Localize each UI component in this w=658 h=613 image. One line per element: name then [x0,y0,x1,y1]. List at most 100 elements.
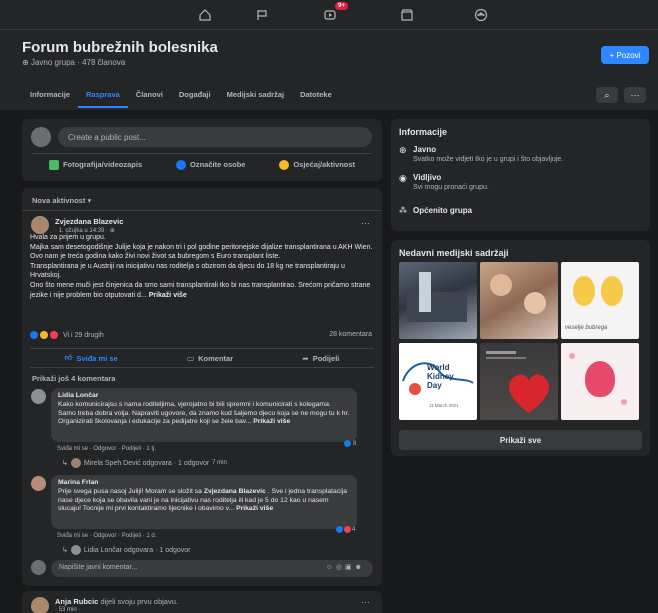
photo-icon [48,159,59,170]
feed-post-card: Nova aktivnost ▾ Zvjezdana Blazevic · 1.… [22,188,382,586]
commenter-avatar[interactable] [31,476,46,491]
comment-bubble-icon: ▭ [187,353,195,363]
watch-video-icon[interactable]: 9+ [320,2,348,24]
post-author[interactable]: Anja Rubcic [55,597,98,606]
share-button[interactable]: ➦ Podijeli [302,354,339,363]
author-avatar[interactable] [31,216,49,234]
write-comment-input[interactable]: Napišite javni komentar... ☺◎▣☻ [51,560,373,577]
visibility-title: Vidljivo [413,173,442,182]
sort-selector[interactable]: Nova aktivnost ▾ [32,196,91,205]
like-reaction-icon [30,331,38,339]
share-arrow-icon: ➦ [302,353,309,363]
media-thumbnail-cartoon[interactable]: veselje bubrega [561,262,639,339]
haha-reaction-icon [40,331,48,339]
top-navigation: 9+ [0,0,658,30]
commenter-avatar[interactable] [31,389,46,404]
eye-icon: ◉ [399,173,407,183]
comment-bubble: Marina Frlan Prije svega pusa nasoj Juli… [51,475,357,529]
like-button[interactable]: 👍︎ Sviđa mi se [65,353,118,363]
about-title: Informacije [399,127,448,137]
see-more-link[interactable]: Prikaži više [149,292,187,299]
tab-clanovi[interactable]: Članovi [128,82,171,108]
reply-avatar [70,458,81,468]
reaction-summary[interactable]: Vi i 29 drugih [30,331,104,339]
reply-thread[interactable]: ↳ Lidia Lončar odgovara · 1 odgovor [62,545,191,555]
search-button[interactable]: ⌕ [596,87,618,103]
invite-button[interactable]: + Pozovi [601,46,649,64]
post-author[interactable]: Zvjezdana Blazevic [55,217,123,226]
privacy-title: Javno [413,145,437,154]
media-thumbnail-hospital[interactable] [399,262,477,339]
feeling-icon [279,159,290,170]
globe-icon: ⊕ [399,145,407,155]
visibility-desc: Svi mogu pronaći grupu. [413,184,489,191]
reply-avatar [70,545,81,555]
tab-datoteke[interactable]: Datoteke [292,82,340,108]
comment-author[interactable]: Lidia Lončar [58,392,350,401]
group-title: Forum bubrežnih bolesnika [22,39,218,56]
globe-icon: ⊕ [22,58,29,67]
user-avatar [31,127,51,147]
about-card: Informacije ⊕ Javno Svatko može vidjeti … [391,119,650,231]
composer-actions: Fotografija/videozapis Označite osobe Os… [32,153,372,175]
photo-video-button[interactable]: Fotografija/videozapis [48,159,142,170]
notification-badge: 9+ [335,2,348,10]
tab-dogadaji[interactable]: Događaji [171,82,219,108]
media-thumbnail-kidney-characters[interactable] [561,343,639,420]
reply-arrow-icon: ↳ [62,460,68,467]
privacy-desc: Svatko može vidjeti tko je u grupi i što… [413,156,564,163]
see-more-link[interactable]: Prikaži više [253,418,290,425]
reply-arrow-icon: ↳ [62,547,68,554]
comment-text: Kako komunicirajsu s nama roditeljima, v… [58,400,350,426]
comment-reactions[interactable]: 4 [336,526,355,533]
media-thumbnail-children[interactable] [480,262,558,339]
create-post-input[interactable]: Create a public post... [58,127,372,147]
marketplace-icon[interactable] [397,6,417,24]
tab-rasprava[interactable]: Rasprava [78,82,128,108]
more-comments-link[interactable]: Prikaži još 4 komentara [32,374,115,383]
see-more-link[interactable]: Prikaži više [236,505,273,512]
post-more-icon[interactable]: ··· [361,218,370,228]
groups-icon[interactable] [471,6,491,24]
comment-meta[interactable]: Sviđa mi se · Odgovor · Podijeli · 1 tj. [57,446,156,452]
comment-reactions[interactable]: 8 [344,440,356,447]
comment-button[interactable]: ▭ Komentar [187,354,233,363]
show-all-button[interactable]: Prikaži sve [399,430,642,450]
home-icon[interactable] [195,6,215,24]
love-reaction-icon [344,526,351,533]
user-avatar [31,560,46,575]
more-options-button[interactable]: ··· [624,87,646,103]
tag-people-button[interactable]: Označite osobe [176,159,245,170]
comment-author[interactable]: Marina Frlan [58,479,350,488]
media-thumbnail-heart[interactable] [480,343,558,420]
post-more-icon[interactable]: ··· [361,597,370,607]
recent-media-card: Nedavni medijski sadržaji veselje bubreg… [391,240,650,456]
comment-tools-icons[interactable]: ☺◎▣☻ [326,563,365,571]
reply-thread[interactable]: ↳ Mirela Speh Dević odgovara · 1 odgovor… [62,458,227,468]
post-time[interactable]: · 53 min · [55,607,80,613]
divider [22,210,382,211]
like-reaction-icon [336,526,343,533]
media-thumbnail-world-kidney-day[interactable]: World Kidney Day 11 March 2021 [399,343,477,420]
mention-link[interactable]: Zvjezdana Blazevic [204,488,266,495]
tag-people-icon [176,159,187,170]
comment-meta[interactable]: Sviđa mi se · Odgovor · Podijeli · 1 d. [57,533,156,539]
tab-medijski-sadrzaj[interactable]: Medijski sadržaj [219,82,293,108]
like-reaction-icon [344,440,351,447]
feeling-activity-button[interactable]: Osjećaj/aktivnost [279,159,355,170]
pages-flag-icon[interactable] [252,6,272,24]
author-avatar[interactable] [31,597,49,613]
group-subtitle: ⊕ Javno grupa · 478 članova [22,58,126,67]
thumbs-up-icon: 👍︎ [64,353,73,362]
post-body: Hvala za prijem u grupu. Majka sam deset… [30,234,373,299]
love-reaction-icon [50,331,58,339]
group-tabs: Informacije Rasprava Članovi Događaji Me… [22,82,340,108]
comments-count[interactable]: 28 komentara [329,331,372,338]
comment-bubble: Lidia Lončar Kako komunicirajsu s nama r… [51,388,357,442]
group-type-icon: ⁂ [399,206,407,215]
next-post-card: Anja Rubcic dijeli svoju prvu objavu. · … [22,591,382,613]
group-header: Forum bubrežnih bolesnika ⊕ Javno grupa … [0,30,658,110]
tab-informacije[interactable]: Informacije [22,82,78,108]
search-icon: ⌕ [604,89,610,100]
post-actions: 👍︎ Sviđa mi se ▭ Komentar ➦ Podijeli [30,348,374,368]
